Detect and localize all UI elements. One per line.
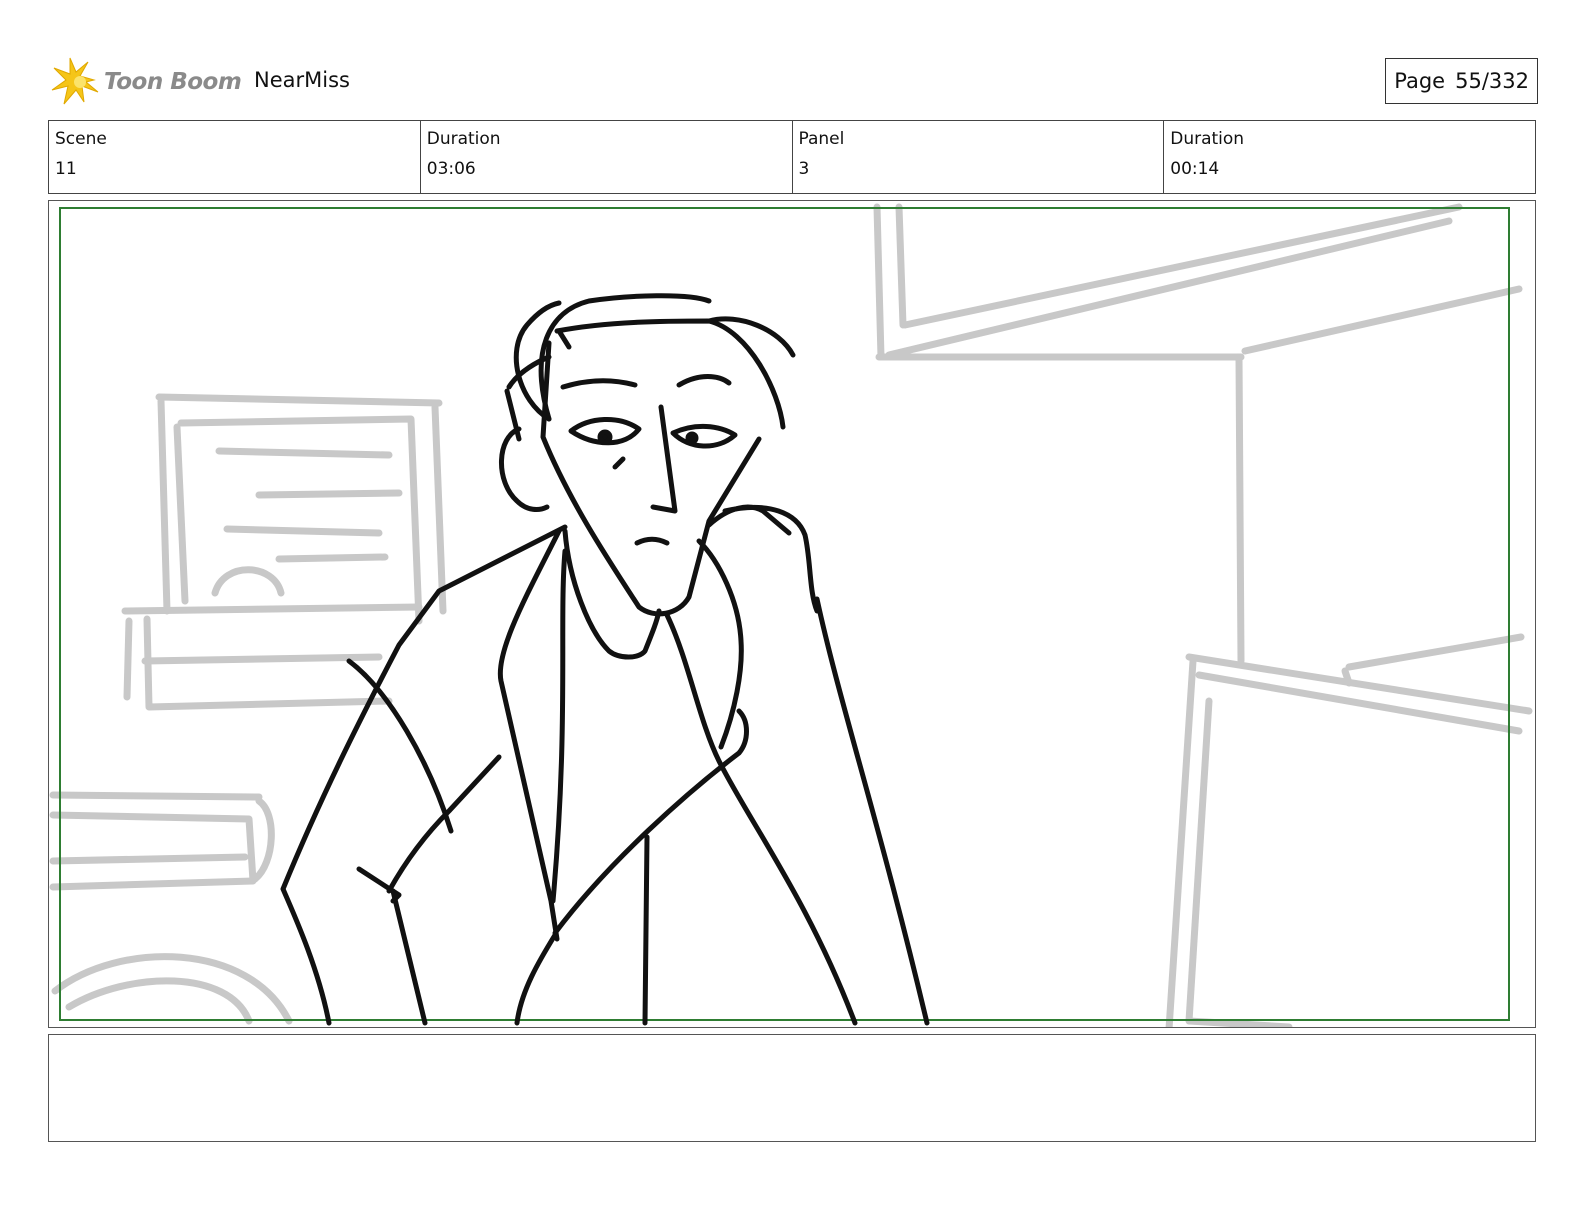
scene-duration-cell: Duration 03:06 xyxy=(421,121,793,193)
storyboard-header: Toon Boom NearMiss Page 55/332 xyxy=(48,52,1538,112)
logo-text: Toon Boom xyxy=(104,69,242,95)
page-label: Page xyxy=(1394,69,1446,93)
storyboard-panel xyxy=(48,200,1536,1028)
scene-value: 11 xyxy=(55,159,77,179)
panel-duration-cell: Duration 00:14 xyxy=(1164,121,1535,193)
panel-sketch xyxy=(49,203,1533,1027)
scene-cell: Scene 11 xyxy=(49,121,421,193)
panel-value: 3 xyxy=(798,159,810,179)
safe-frame xyxy=(59,207,1510,1021)
panel-notes-box xyxy=(48,1034,1536,1142)
panel-duration-value: 00:14 xyxy=(1170,159,1220,179)
panel-label: Panel xyxy=(798,129,845,149)
toon-boom-logo: Toon Boom xyxy=(50,56,242,108)
page-indicator: Page 55/332 xyxy=(1385,58,1538,104)
page-number: 55/332 xyxy=(1455,69,1529,93)
scene-duration-label: Duration xyxy=(426,129,501,149)
panel-cell: Panel 3 xyxy=(793,121,1165,193)
toon-boom-star-icon xyxy=(51,57,99,105)
project-name: NearMiss xyxy=(254,68,350,92)
scene-duration-value: 03:06 xyxy=(426,159,476,179)
scene-info-table: Scene 11 Duration 03:06 Panel 3 Duration… xyxy=(48,120,1536,194)
background-sketch xyxy=(49,203,1533,1027)
panel-duration-label: Duration xyxy=(1170,129,1245,149)
scene-label: Scene xyxy=(55,129,107,149)
